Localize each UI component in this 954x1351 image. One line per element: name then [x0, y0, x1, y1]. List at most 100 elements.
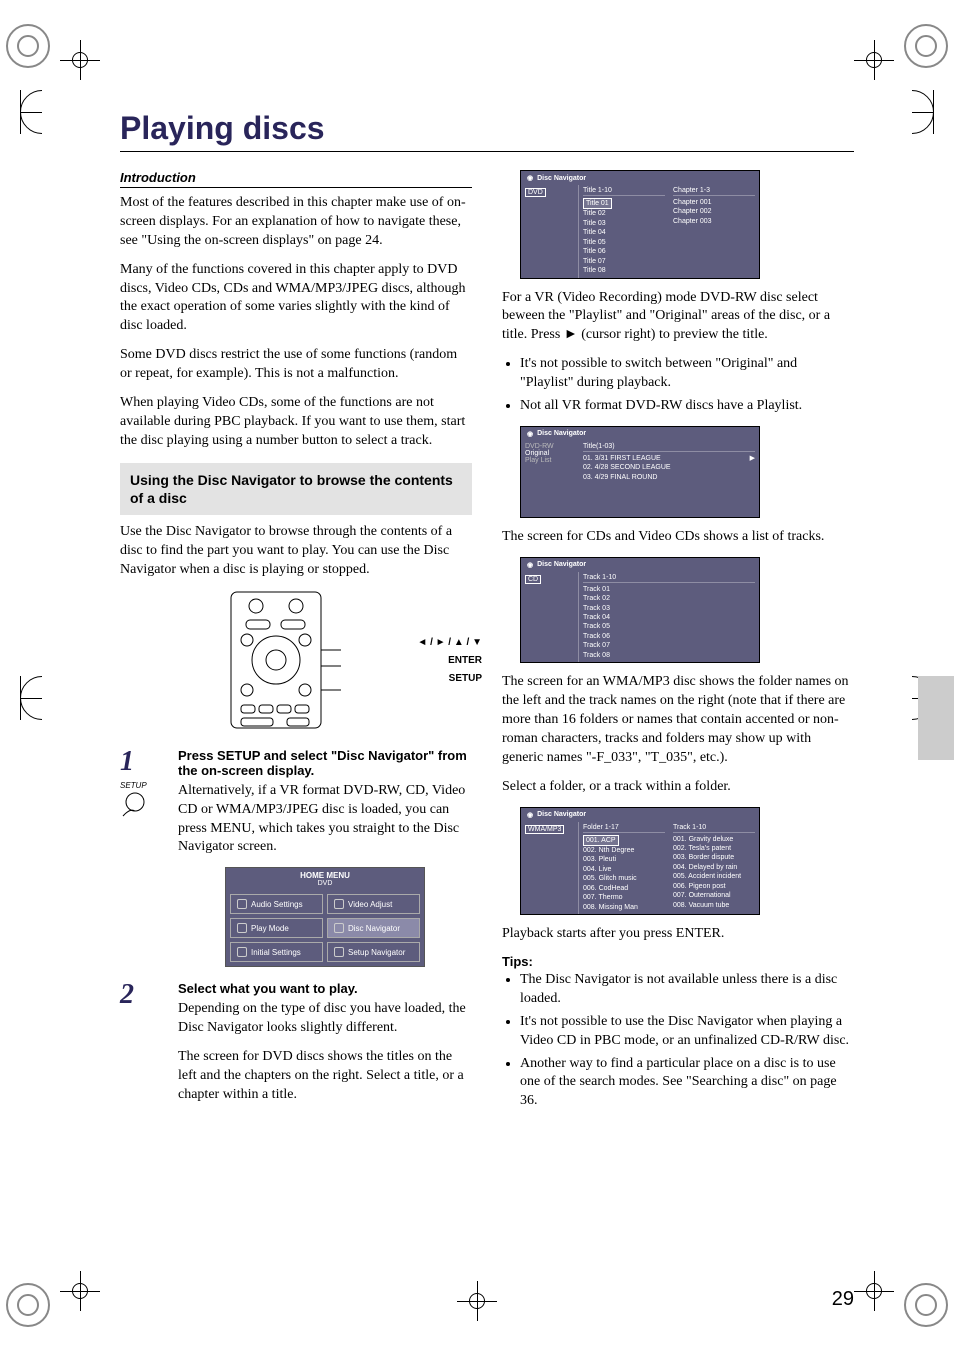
- menu-item-disc-navigator[interactable]: Disc Navigator: [327, 918, 420, 938]
- vr-title-row[interactable]: 03. 4/29 FINAL ROUND: [583, 473, 755, 482]
- remote-label-enter: ENTER: [130, 652, 482, 670]
- menu-label: Setup Navigator: [348, 948, 405, 957]
- track-row[interactable]: Track 07: [583, 641, 755, 650]
- folder-row[interactable]: 005. Glitch music: [583, 874, 665, 883]
- folder-row[interactable]: 006. CodHead: [583, 884, 665, 893]
- track-row[interactable]: Track 05: [583, 622, 755, 631]
- step-number-value: 1: [120, 746, 134, 777]
- arrow-right-icon: ▶: [750, 454, 755, 463]
- setup-icon: [334, 947, 344, 957]
- chapter-row[interactable]: Chapter 002: [673, 207, 755, 216]
- menu-item-play-mode[interactable]: Play Mode: [230, 918, 323, 938]
- vr-playlist[interactable]: Play List: [525, 457, 575, 464]
- folder-row[interactable]: 001. ACP: [583, 835, 619, 846]
- tracks-header: Track 1-10: [583, 574, 755, 583]
- title-row[interactable]: Title 02: [583, 209, 665, 218]
- disc-navigator-dvd: ◉Disc Navigator DVD Title 1-10 Title 01 …: [520, 170, 760, 279]
- disc-navigator-cd: ◉Disc Navigator CD Track 1-10 Track 01 T…: [520, 557, 760, 664]
- vr-original[interactable]: Original: [525, 450, 549, 457]
- menu-item-video-adjust[interactable]: Video Adjust: [327, 894, 420, 914]
- step-1-body: Alternatively, if a VR format DVD-RW, CD…: [178, 782, 472, 858]
- tips-heading: Tips:: [502, 954, 854, 969]
- title-row[interactable]: Title 04: [583, 228, 665, 237]
- disc-icon: [334, 923, 344, 933]
- track-row[interactable]: 007. Outernational: [673, 891, 755, 900]
- nav-title: Disc Navigator: [537, 175, 586, 182]
- folder-row[interactable]: 004. Live: [583, 865, 665, 874]
- registration-mark: [854, 1271, 894, 1311]
- chapter-row[interactable]: Chapter 003: [673, 217, 755, 226]
- track-row[interactable]: 001. Gravity deluxe: [673, 835, 755, 844]
- disc-icon: ◉: [527, 561, 533, 569]
- step-number: 1 SETUP: [120, 748, 164, 968]
- folder-row[interactable]: 007. Thermo: [583, 893, 665, 902]
- title-rule: [120, 151, 854, 152]
- play-icon: [237, 923, 247, 933]
- track-row[interactable]: Track 04: [583, 613, 755, 622]
- registration-mark: [60, 1271, 100, 1311]
- menu-item-audio-settings[interactable]: Audio Settings: [230, 894, 323, 914]
- crop-mark: [912, 90, 934, 134]
- folder-row[interactable]: 008. Missing Man: [583, 903, 665, 912]
- vr-titles-header: Title(1-03): [583, 443, 755, 452]
- track-row[interactable]: Track 02: [583, 594, 755, 603]
- nav-title: Disc Navigator: [537, 811, 586, 818]
- playback-text: Playback starts after you press ENTER.: [502, 925, 854, 944]
- page-number: 29: [832, 1288, 854, 1311]
- tip-item: The Disc Navigator is not available unle…: [520, 971, 854, 1009]
- vr-title-row[interactable]: 01. 3/31 FIRST LEAGUE▶: [583, 454, 755, 463]
- folder-row[interactable]: 003. Pleuti: [583, 855, 665, 864]
- home-menu-panel: HOME MENU DVD Audio Settings Video Adjus…: [225, 867, 425, 967]
- tracks-header: Track 1-10: [673, 824, 755, 833]
- section-heading: Using the Disc Navigator to browse the c…: [120, 463, 472, 515]
- setup-button-icon: SETUP: [120, 782, 164, 822]
- folders-header: Folder 1-17: [583, 824, 665, 833]
- registration-mark: [457, 1281, 497, 1321]
- track-row[interactable]: Track 08: [583, 651, 755, 660]
- chapter-row[interactable]: Chapter 001: [673, 198, 755, 207]
- intro-text: Many of the functions covered in this ch…: [120, 261, 472, 337]
- title-row[interactable]: Title 05: [583, 238, 665, 247]
- tip-item: Another way to find a particular place o…: [520, 1055, 854, 1112]
- title-row[interactable]: Title 08: [583, 266, 665, 275]
- menu-item-setup-navigator[interactable]: Setup Navigator: [327, 942, 420, 962]
- title-row[interactable]: Title 01: [583, 198, 612, 209]
- settings-icon: [237, 947, 247, 957]
- track-row[interactable]: 008. Vacuum tube: [673, 901, 755, 910]
- nav-title: Disc Navigator: [537, 430, 586, 437]
- side-tab: [918, 676, 954, 760]
- title-row[interactable]: Title 03: [583, 219, 665, 228]
- step-2-heading: Select what you want to play.: [178, 981, 472, 996]
- right-column: ◉Disc Navigator DVD Title 1-10 Title 01 …: [502, 170, 854, 1121]
- track-row[interactable]: 006. Pigeon post: [673, 882, 755, 891]
- vr-bullet: Not all VR format DVD-RW discs have a Pl…: [520, 397, 854, 416]
- tip-item: It's not possible to use the Disc Naviga…: [520, 1013, 854, 1051]
- title-row[interactable]: Title 07: [583, 257, 665, 266]
- menu-label: Disc Navigator: [348, 924, 400, 933]
- titles-header: Title 1-10: [583, 187, 665, 196]
- crop-mark: [20, 90, 42, 134]
- track-row[interactable]: Track 01: [583, 585, 755, 594]
- audio-icon: [237, 899, 247, 909]
- folder-row[interactable]: 002. Nth Degree: [583, 846, 665, 855]
- track-row[interactable]: 004. Delayed by rain: [673, 863, 755, 872]
- track-row[interactable]: Track 06: [583, 632, 755, 641]
- nav-title: Disc Navigator: [537, 561, 586, 568]
- page-title: Playing discs: [120, 110, 854, 147]
- track-row[interactable]: 003. Border dispute: [673, 853, 755, 862]
- disc-navigator-mp3: ◉Disc Navigator WMA/MP3 Folder 1-17 001.…: [520, 807, 760, 916]
- corner-decoration: [6, 1283, 50, 1327]
- track-row[interactable]: 005. Accident incident: [673, 872, 755, 881]
- remote-label-setup: SETUP: [130, 670, 482, 688]
- chapters-header: Chapter 1-3: [673, 187, 755, 196]
- track-row[interactable]: Track 03: [583, 604, 755, 613]
- title-row[interactable]: Title 06: [583, 247, 665, 256]
- registration-mark: [854, 40, 894, 80]
- menu-label: Video Adjust: [348, 900, 392, 909]
- disc-navigator-vr: ◉Disc Navigator DVD-RW Original Play Lis…: [520, 426, 760, 518]
- cd-text: The screen for CDs and Video CDs shows a…: [502, 528, 854, 547]
- menu-item-initial-settings[interactable]: Initial Settings: [230, 942, 323, 962]
- intro-heading: Introduction: [120, 170, 472, 188]
- track-row[interactable]: 002. Tesla's patent: [673, 844, 755, 853]
- vr-title-row[interactable]: 02. 4/28 SECOND LEAGUE: [583, 463, 755, 472]
